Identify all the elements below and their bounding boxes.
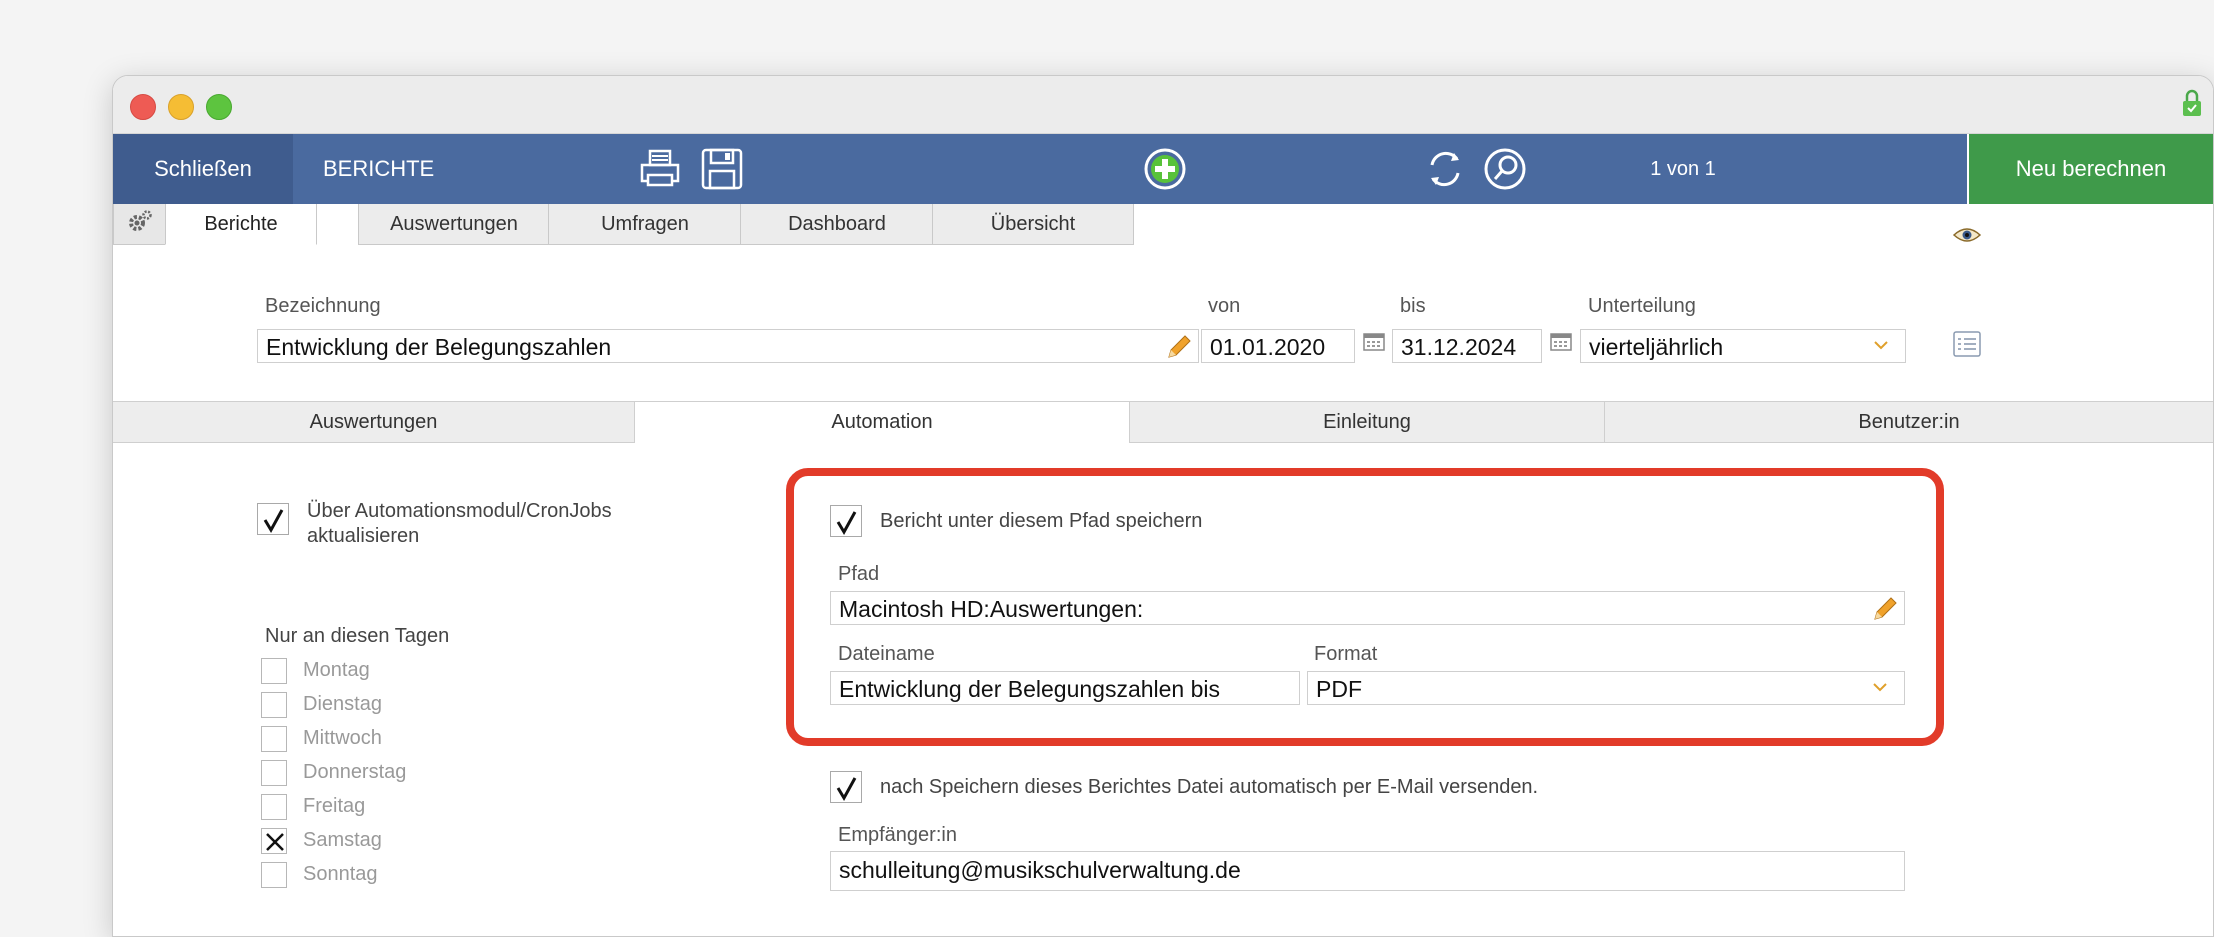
gear-icon bbox=[129, 210, 152, 231]
tab-umfragen[interactable]: Umfragen bbox=[548, 204, 742, 245]
printer-icon[interactable] bbox=[638, 147, 682, 191]
module-title: BERICHTE bbox=[323, 156, 435, 181]
calendar-icon[interactable] bbox=[1363, 333, 1385, 351]
main-tab-bar: Berichte Auswertungen Umfragen Dashboard… bbox=[113, 204, 2213, 246]
tab-auswertungen[interactable]: Auswertungen bbox=[358, 204, 550, 245]
tab-dashboard[interactable]: Dashboard bbox=[740, 204, 934, 245]
subtab-benutzer[interactable]: Benutzer:in bbox=[1605, 402, 2213, 442]
unterteilung-value: vierteljährlich bbox=[1589, 334, 1724, 360]
title-bar bbox=[113, 76, 2213, 134]
day-label-samstag: Samstag bbox=[303, 829, 382, 851]
von-date-field[interactable]: 01.01.2020 bbox=[1201, 329, 1355, 363]
calendar-icon[interactable] bbox=[1550, 333, 1572, 351]
day-checkbox-donnerstag[interactable] bbox=[261, 760, 287, 786]
empfaenger-field[interactable]: schulleitung@musikschulverwaltung.de bbox=[830, 851, 1905, 891]
day-label-montag: Montag bbox=[303, 659, 370, 681]
checkmark-icon bbox=[836, 777, 857, 802]
recalculate-button[interactable]: Neu berechnen bbox=[1967, 134, 2213, 204]
pencil-icon[interactable] bbox=[1166, 334, 1192, 360]
record-counter: 1 von 1 bbox=[1650, 158, 1716, 180]
close-button[interactable]: Schließen bbox=[113, 134, 293, 204]
bis-date-field[interactable]: 31.12.2024 bbox=[1392, 329, 1542, 363]
day-label-mittwoch: Mittwoch bbox=[303, 727, 382, 749]
subtab-automation[interactable]: Automation bbox=[635, 402, 1130, 443]
report-window: Schließen BERICHTE 1 von 1 Neu berechnen… bbox=[112, 75, 2214, 937]
empfaenger-label: Empfänger:in bbox=[838, 824, 957, 846]
minimize-window-button[interactable] bbox=[168, 94, 194, 120]
email-checkbox[interactable] bbox=[830, 771, 862, 803]
von-label: von bbox=[1208, 295, 1241, 317]
bezeichnung-field[interactable]: Entwicklung der Belegungszahlen bbox=[257, 329, 1199, 363]
day-label-sonntag: Sonntag bbox=[303, 863, 378, 885]
bezeichnung-label: Bezeichnung bbox=[265, 295, 381, 317]
refresh-icon[interactable] bbox=[1423, 147, 1467, 191]
tab-berichte[interactable]: Berichte bbox=[165, 204, 317, 245]
bezeichnung-value: Entwicklung der Belegungszahlen bbox=[266, 334, 612, 360]
subtab-einleitung[interactable]: Einleitung bbox=[1130, 402, 1605, 442]
sub-tab-bar: Auswertungen Automation Einleitung Benut… bbox=[113, 401, 2213, 443]
day-checkbox-samstag[interactable] bbox=[261, 828, 287, 854]
checkmark-icon bbox=[263, 509, 284, 534]
cron-label: Über Automationsmodul/CronJobs aktualisi… bbox=[307, 500, 612, 547]
day-checkbox-sonntag[interactable] bbox=[261, 862, 287, 888]
cross-mark-icon bbox=[266, 833, 284, 851]
zoom-window-button[interactable] bbox=[206, 94, 232, 120]
day-checkbox-mittwoch[interactable] bbox=[261, 726, 287, 752]
add-icon[interactable] bbox=[1143, 147, 1187, 191]
list-icon[interactable] bbox=[1953, 331, 1981, 357]
days-label: Nur an diesen Tagen bbox=[265, 625, 450, 647]
day-checkbox-freitag[interactable] bbox=[261, 794, 287, 820]
cron-checkbox[interactable] bbox=[257, 503, 289, 535]
day-label-dienstag: Dienstag bbox=[303, 693, 382, 715]
save-icon[interactable] bbox=[700, 147, 744, 191]
email-label: nach Speichern dieses Berichtes Datei au… bbox=[880, 776, 1539, 798]
search-icon[interactable] bbox=[1483, 147, 1527, 191]
day-checkbox-dienstag[interactable] bbox=[261, 692, 287, 718]
day-label-freitag: Freitag bbox=[303, 795, 366, 817]
unterteilung-select[interactable]: vierteljährlich bbox=[1580, 329, 1906, 363]
settings-tab[interactable] bbox=[113, 204, 167, 245]
close-window-button[interactable] bbox=[130, 94, 156, 120]
lock-icon bbox=[2183, 89, 2201, 116]
day-label-donnerstag: Donnerstag bbox=[303, 761, 407, 783]
chevron-down-icon bbox=[1874, 341, 1888, 350]
main-toolbar: Schließen BERICHTE 1 von 1 Neu berechnen bbox=[113, 134, 2213, 204]
tab-uebersicht[interactable]: Übersicht bbox=[932, 204, 1134, 245]
highlight-frame bbox=[786, 468, 1944, 746]
day-checkbox-montag[interactable] bbox=[261, 658, 287, 684]
subtab-auswertungen[interactable]: Auswertungen bbox=[113, 402, 635, 442]
bis-label: bis bbox=[1400, 295, 1426, 317]
eye-icon[interactable] bbox=[1953, 226, 1981, 244]
unterteilung-label: Unterteilung bbox=[1588, 295, 1696, 317]
